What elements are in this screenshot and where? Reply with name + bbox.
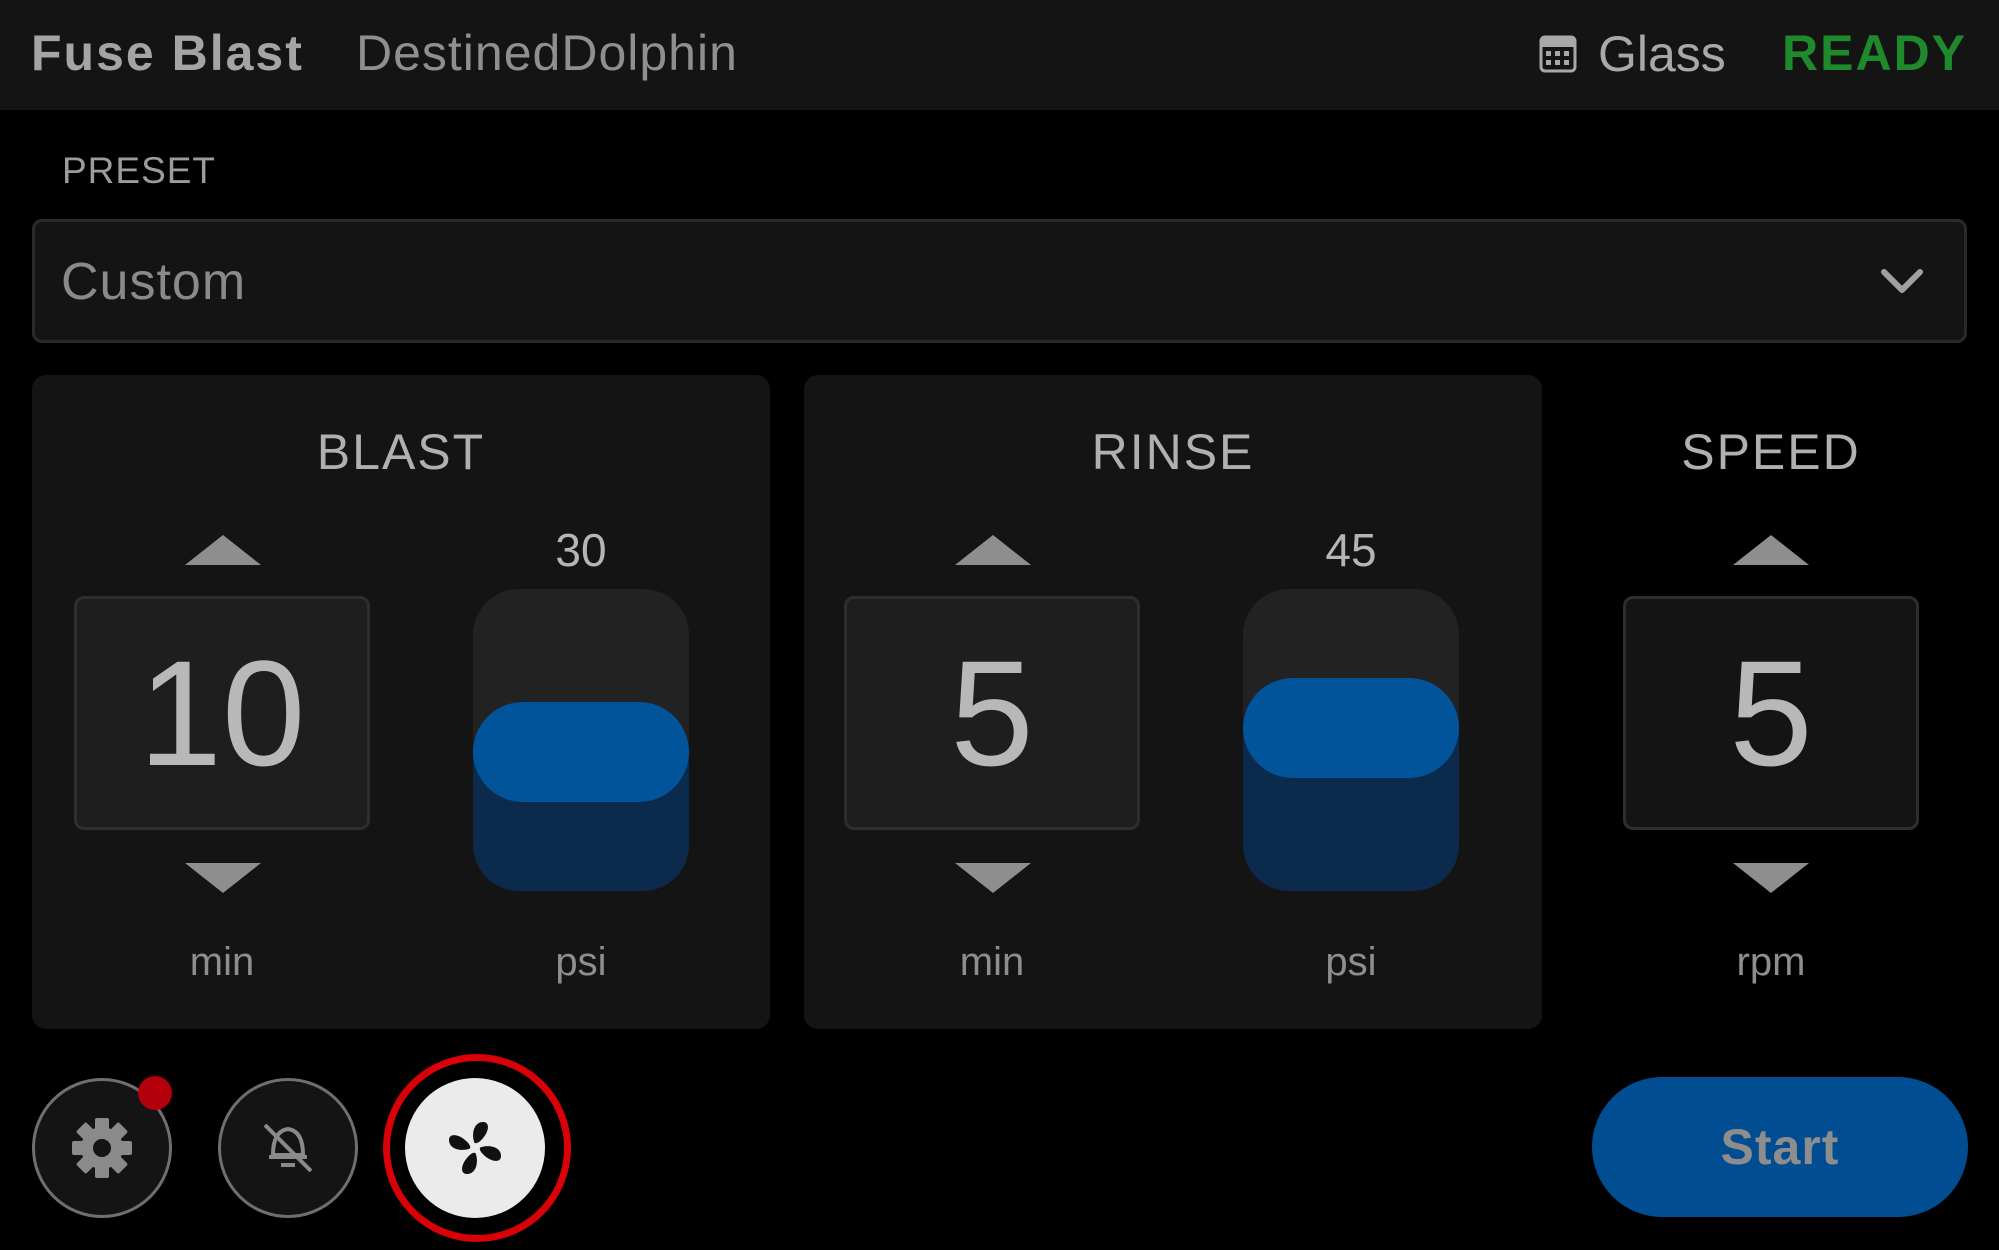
preset-label: PRESET xyxy=(62,150,217,191)
speed-panel: SPEED 5 rpm xyxy=(1578,375,1964,1029)
light-off-icon xyxy=(263,1123,313,1173)
gear-icon xyxy=(72,1118,132,1178)
fan-icon xyxy=(449,1122,501,1174)
speed-title: SPEED xyxy=(1681,424,1861,480)
blast-title: BLAST xyxy=(316,424,486,480)
preset-dropdown[interactable]: Custom xyxy=(32,219,1967,343)
triangle-down-icon xyxy=(1733,863,1809,893)
blast-pressure-value: 30 xyxy=(555,524,607,576)
header-bar: Fuse Blast DestinedDolphin Glass READY xyxy=(0,0,1999,110)
triangle-down-icon xyxy=(955,863,1031,893)
rinse-time-display: 5 xyxy=(844,596,1140,830)
light-toggle-button[interactable] xyxy=(218,1078,358,1218)
rinse-time-unit: min xyxy=(959,940,1025,984)
speed-increase-button[interactable] xyxy=(1733,535,1809,565)
material-label: Glass xyxy=(1598,26,1726,82)
blast-pressure-thumb[interactable] xyxy=(473,702,689,803)
speed-display: 5 xyxy=(1623,596,1919,830)
rinse-pressure-unit: psi xyxy=(1325,940,1377,984)
triangle-up-icon xyxy=(185,535,261,565)
blast-time-unit: min xyxy=(189,940,255,984)
chevron-down-icon xyxy=(1881,269,1923,293)
status-badge: READY xyxy=(1782,25,1968,81)
rinse-time-increase-button[interactable] xyxy=(955,535,1031,565)
rinse-panel: RINSE 5 min 45 psi xyxy=(804,375,1542,1029)
blast-time-decrease-button[interactable] xyxy=(185,863,261,893)
fan-button[interactable] xyxy=(405,1078,545,1218)
material-indicator: Glass xyxy=(1538,24,1726,84)
blast-pressure-slider[interactable] xyxy=(473,589,689,891)
triangle-up-icon xyxy=(1733,535,1809,565)
triangle-down-icon xyxy=(185,863,261,893)
blast-pressure-unit: psi xyxy=(555,940,607,984)
rinse-time-decrease-button[interactable] xyxy=(955,863,1031,893)
material-grid-icon xyxy=(1539,35,1577,73)
rinse-pressure-value: 45 xyxy=(1325,524,1377,576)
blast-panel: BLAST 10 min 30 psi xyxy=(32,375,770,1029)
app-title: Fuse Blast xyxy=(31,25,304,81)
rinse-title: RINSE xyxy=(1091,424,1255,480)
blast-time-increase-button[interactable] xyxy=(185,535,261,565)
rinse-pressure-slider[interactable] xyxy=(1243,589,1459,891)
preset-selected-value: Custom xyxy=(61,253,247,311)
notification-dot xyxy=(138,1076,172,1110)
app-root: Fuse Blast DestinedDolphin Glass READY P… xyxy=(0,0,1999,1250)
rinse-pressure-thumb[interactable] xyxy=(1243,678,1459,779)
speed-decrease-button[interactable] xyxy=(1733,863,1809,893)
triangle-up-icon xyxy=(955,535,1031,565)
start-button[interactable]: Start xyxy=(1592,1077,1968,1217)
blast-time-display: 10 xyxy=(74,596,370,830)
device-name: DestinedDolphin xyxy=(356,25,738,81)
speed-unit: rpm xyxy=(1736,940,1806,984)
